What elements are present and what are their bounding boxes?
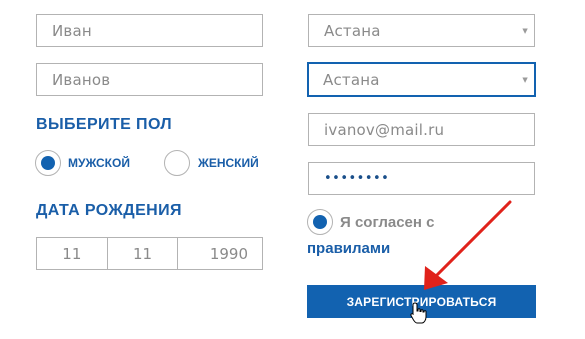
agreement-text: Я согласен с — [340, 214, 435, 231]
city-select-1-value: Астана — [324, 21, 381, 40]
birth-month-field[interactable]: 11 — [106, 238, 178, 269]
password-value: •••••••• — [324, 171, 390, 186]
gender-female-label[interactable]: ЖЕНСКИЙ — [198, 156, 259, 170]
birth-date-fields: 11 11 1990 — [36, 237, 263, 270]
gender-male-label[interactable]: МУЖСКОЙ — [68, 156, 130, 170]
arrow-icon — [424, 200, 512, 290]
city-select-2-value: Астана — [323, 70, 380, 89]
first-name-field[interactable]: Иван — [36, 14, 263, 47]
chevron-down-icon: ▼ — [522, 75, 528, 84]
birth-year-field[interactable]: 1990 — [177, 238, 262, 269]
agreement-checkbox[interactable] — [307, 209, 333, 235]
register-button[interactable]: ЗАРЕГИСТРИРОВАТЬСЯ — [307, 285, 536, 318]
city-select-2[interactable]: Астана ▼ — [307, 62, 536, 97]
first-name-value: Иван — [52, 21, 92, 40]
chevron-down-icon: ▼ — [522, 26, 528, 35]
last-name-value: Иванов — [52, 70, 111, 89]
password-field[interactable]: •••••••• — [308, 162, 535, 195]
email-field[interactable]: ivanov@mail.ru — [308, 113, 535, 146]
gender-male-radio[interactable] — [35, 150, 61, 176]
rules-link[interactable]: правилами — [307, 240, 390, 257]
city-select-1[interactable]: Астана ▼ — [308, 14, 535, 47]
gender-female-radio[interactable] — [164, 150, 190, 176]
gender-heading: ВЫБЕРИТЕ ПОЛ — [36, 116, 173, 133]
birth-date-heading: ДАТА РОЖДЕНИЯ — [36, 202, 182, 219]
last-name-field[interactable]: Иванов — [36, 63, 263, 96]
birth-day-field[interactable]: 11 — [37, 238, 107, 269]
email-value: ivanov@mail.ru — [324, 120, 445, 139]
